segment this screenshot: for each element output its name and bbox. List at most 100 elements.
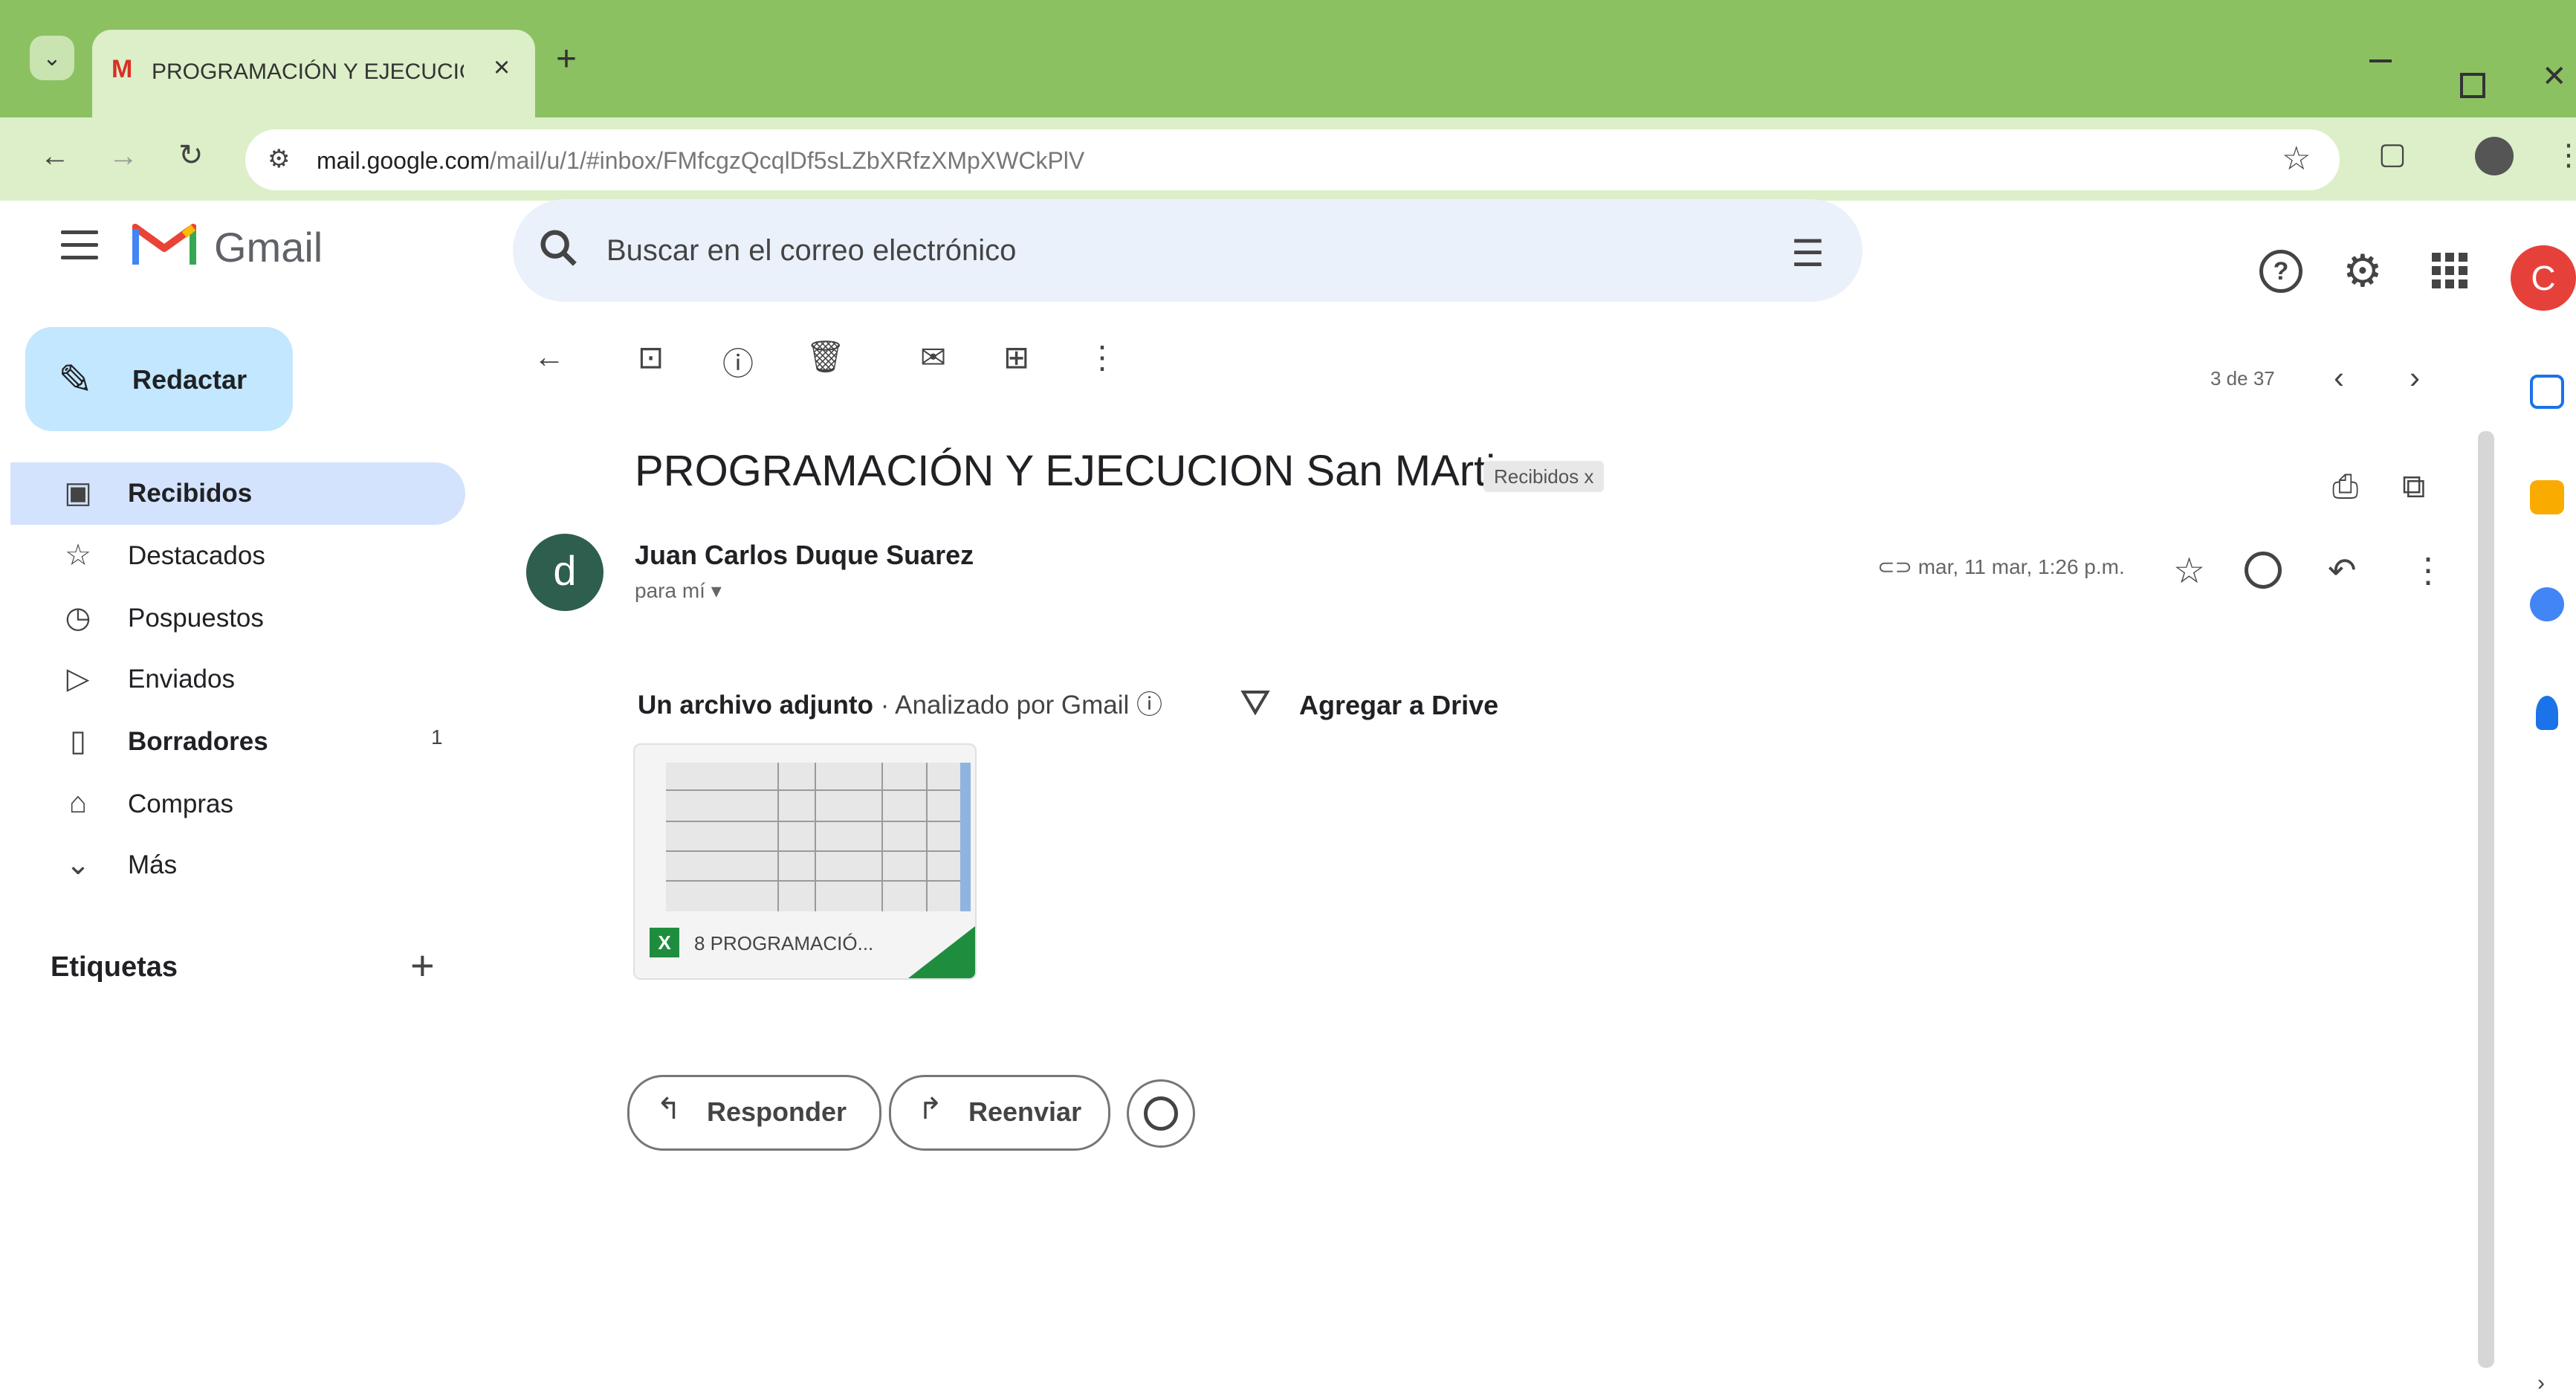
window-close-icon[interactable]: ✕ (2542, 59, 2567, 94)
calendar-icon[interactable] (2530, 375, 2564, 409)
search-input[interactable] (605, 229, 1648, 272)
search-options-icon[interactable]: ☰ (1791, 232, 1825, 275)
sidebar-item-label: Destacados (128, 541, 265, 570)
message-date-text: mar, 11 mar, 1:26 p.m. (1918, 555, 2125, 578)
add-label-button[interactable]: + (410, 941, 435, 989)
main-menu-icon[interactable] (61, 230, 98, 268)
delete-icon[interactable]: 🗑 (806, 339, 845, 375)
browser-tab[interactable]: M PROGRAMACIÓN Y EJECUCIO × (92, 30, 535, 119)
expand-side-panel-icon[interactable]: › (2537, 1371, 2545, 1396)
open-new-window-icon[interactable]: ⧉ (2402, 468, 2425, 505)
message-subject: PROGRAMACIÓN Y EJECUCION San MArtin (635, 447, 1520, 495)
attachment-filename: 8 PROGRAMACIÓ... (694, 932, 874, 954)
forward-label: Reenviar (968, 1096, 1082, 1127)
message-more-icon[interactable]: ⋮ (2411, 550, 2445, 590)
sender-avatar[interactable]: d (526, 534, 603, 611)
search-bar[interactable]: ☰ (513, 199, 1863, 302)
search-icon[interactable] (535, 224, 583, 272)
tasks-icon[interactable] (2530, 587, 2564, 621)
attachment-clip-icon: ⊂⊃ (1877, 555, 1918, 578)
inbox-label-chip[interactable]: Recibidos x (1483, 461, 1605, 492)
scrollbar[interactable] (2478, 431, 2494, 1368)
archive-icon[interactable]: ⊡ (638, 339, 664, 375)
account-avatar[interactable]: C (2511, 245, 2576, 311)
site-info-icon[interactable]: ⚙ (268, 144, 290, 174)
pencil-icon: ✎ (58, 356, 93, 403)
settings-gear-icon[interactable]: ⚙ (2343, 245, 2383, 297)
sidebar-item-sent[interactable]: ▷ Enviados (10, 648, 465, 711)
reply-icon[interactable]: ↶ (2328, 550, 2357, 590)
back-to-inbox-icon[interactable]: ← (534, 339, 565, 375)
keep-icon[interactable] (2530, 480, 2564, 514)
reload-icon[interactable]: ↻ (178, 138, 204, 172)
url-path: /mail/u/1/#inbox/FMfcgzQcqlDf5sLZbXRfzXM… (490, 147, 1085, 174)
spreadsheet-thumbnail (666, 763, 971, 911)
extensions-icon[interactable]: ▢ (2378, 137, 2407, 171)
purchases-icon: ⌂ (68, 786, 88, 819)
smiley-icon (1144, 1096, 1178, 1131)
bookmark-star-icon[interactable]: ☆ (2282, 140, 2311, 178)
add-reaction-icon[interactable] (2245, 552, 2282, 589)
drive-add-icon[interactable]: ⛛ (1240, 681, 1271, 725)
sidebar-item-label: Compras (128, 789, 233, 818)
add-to-drive-link[interactable]: Agregar a Drive (1299, 690, 1498, 721)
star-icon: ☆ (65, 539, 91, 572)
sidebar-item-drafts[interactable]: ▯ Borradores 1 (10, 711, 465, 773)
url-host: mail.google.com (317, 147, 490, 174)
sidebar-item-starred[interactable]: ☆ Destacados (10, 525, 465, 587)
sidebar-item-label: Pospuestos (128, 604, 264, 633)
forward-button[interactable]: ↱ Reenviar (889, 1075, 1110, 1151)
older-message-icon[interactable]: › (2410, 360, 2420, 395)
star-message-icon[interactable]: ☆ (2173, 550, 2205, 592)
draft-icon: ▯ (69, 725, 86, 757)
report-spam-icon[interactable]: ⓘ (722, 339, 754, 384)
sidebar-item-label: Borradores (128, 727, 268, 756)
labels-heading: Etiquetas (51, 951, 178, 983)
emoji-reaction-button[interactable] (1127, 1079, 1195, 1148)
new-tab-button[interactable]: + (556, 39, 577, 80)
sidebar-item-label: Más (128, 850, 178, 879)
forward-arrow-icon: ↱ (918, 1093, 943, 1125)
reply-label: Responder (707, 1096, 847, 1127)
compose-button[interactable]: ✎ Redactar (25, 327, 293, 431)
profile-icon[interactable] (2475, 137, 2514, 175)
sidebar-item-snoozed[interactable]: ◷ Pospuestos (10, 587, 465, 650)
recipient-details[interactable]: para mí ▾ (635, 578, 722, 603)
back-icon[interactable]: ← (40, 140, 70, 173)
url-text[interactable]: mail.google.com/mail/u/1/#inbox/FMfcgzQc… (317, 147, 1084, 175)
reply-arrow-icon: ↰ (656, 1093, 682, 1125)
tab-title: PROGRAMACIÓN Y EJECUCIO (152, 59, 464, 84)
attachment-card[interactable]: X 8 PROGRAMACIÓ... (633, 743, 977, 980)
print-icon[interactable]: ⎙ (2332, 468, 2358, 505)
address-bar[interactable]: ⚙ mail.google.com/mail/u/1/#inbox/FMfcgz… (245, 129, 2340, 190)
chevron-down-icon: ⌄ (65, 848, 91, 881)
sent-icon: ▷ (66, 662, 90, 695)
browser-menu-icon[interactable]: ⋮ (2554, 138, 2576, 172)
newer-message-icon[interactable]: ‹ (2334, 360, 2344, 395)
window-maximize-icon[interactable] (2460, 73, 2485, 98)
help-icon[interactable]: ? (2259, 250, 2302, 293)
sender-name[interactable]: Juan Carlos Duque Suarez (635, 540, 974, 571)
gmail-wordmark: Gmail (214, 224, 323, 271)
reply-button[interactable]: ↰ Responder (627, 1075, 881, 1151)
sidebar-item-inbox[interactable]: ▣ Recibidos (10, 462, 465, 525)
sidebar-item-more[interactable]: ⌄ Más (10, 834, 465, 896)
sidebar-item-label: Recibidos (128, 479, 253, 508)
google-apps-icon[interactable] (2432, 253, 2467, 288)
tab-list-icon[interactable]: ⌄ (30, 36, 74, 80)
gmail-logo-icon[interactable] (132, 220, 196, 268)
tab-close-icon[interactable]: × (493, 52, 510, 84)
window-minimize-icon[interactable] (2369, 59, 2392, 62)
forward-icon[interactable]: → (109, 140, 138, 173)
sidebar-item-purchases[interactable]: ⌂ Compras (10, 773, 465, 836)
sheet-corner-icon (908, 926, 975, 978)
browser-toolbar: ← → ↻ ⚙ mail.google.com/mail/u/1/#inbox/… (0, 117, 2576, 201)
spreadsheet-file-icon: X (650, 928, 679, 957)
mark-unread-icon[interactable]: ✉ (920, 339, 946, 375)
contacts-icon[interactable] (2536, 696, 2558, 730)
move-to-icon[interactable]: ⊞ (1003, 339, 1029, 375)
more-actions-icon[interactable]: ⋮ (1087, 339, 1118, 375)
pager-count: 3 de 37 (2210, 367, 2275, 390)
scanned-by-gmail: · Analizado por Gmail ⓘ (880, 691, 1163, 720)
inbox-icon: ▣ (64, 476, 92, 509)
